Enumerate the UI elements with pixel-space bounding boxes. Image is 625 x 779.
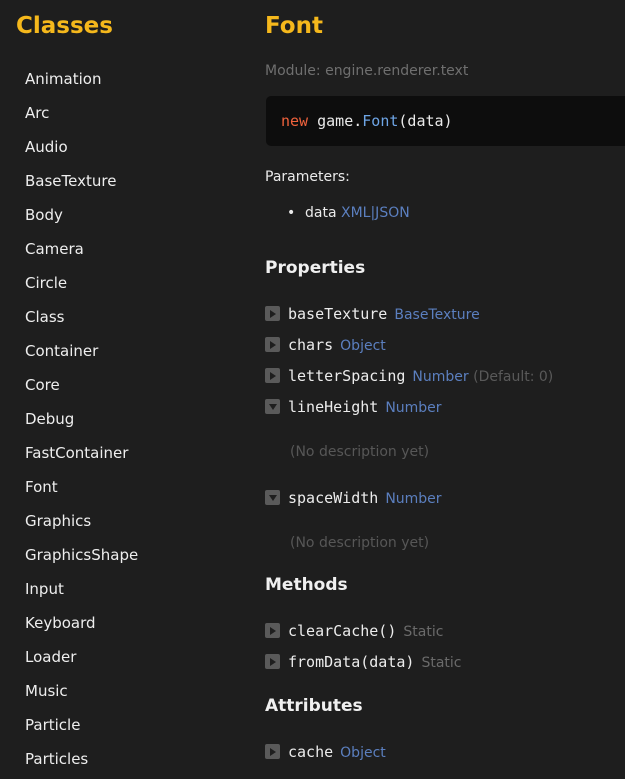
sidebar-item-container[interactable]: Container — [25, 340, 138, 374]
sidebar: Classes Animation Arc Audio BaseTexture … — [0, 0, 250, 779]
parameter-item: • data XML|JSON — [287, 205, 410, 221]
sidebar-item-font[interactable]: Font — [25, 476, 138, 510]
sidebar-item-particle[interactable]: Particle — [25, 714, 138, 748]
collapse-toggle[interactable] — [265, 399, 280, 414]
expand-toggle[interactable] — [265, 744, 280, 759]
sidebar-item-debug[interactable]: Debug — [25, 408, 138, 442]
property-type-link[interactable]: BaseTexture — [394, 307, 479, 323]
attribute-type-link[interactable]: Object — [340, 745, 386, 761]
triangle-right-icon — [270, 657, 276, 666]
property-default: (Default: 0) — [473, 369, 554, 385]
property-name: chars — [288, 336, 334, 354]
sidebar-item-particles[interactable]: Particles — [25, 748, 138, 779]
class-list: Animation Arc Audio BaseTexture Body Cam… — [25, 68, 138, 779]
page-title: Font — [265, 13, 323, 39]
method-name: clearCache() — [288, 622, 397, 640]
triangle-right-icon — [270, 747, 276, 756]
sidebar-title: Classes — [16, 13, 113, 39]
bullet-icon: • — [287, 205, 296, 221]
property-row-lineheight: lineHeight Number — [265, 396, 442, 418]
constructor-code-block: new game.Font(data) — [266, 96, 625, 146]
property-description: (No description yet) — [290, 444, 430, 460]
code-object: game. — [317, 112, 363, 130]
sidebar-item-fastcontainer[interactable]: FastContainer — [25, 442, 138, 476]
attribute-row-cache: cache Object — [265, 741, 386, 763]
property-name: spaceWidth — [288, 489, 379, 507]
property-row-letterspacing: letterSpacing Number (Default: 0) — [265, 365, 553, 387]
parameters-label: Parameters: — [265, 169, 350, 185]
sidebar-item-circle[interactable]: Circle — [25, 272, 138, 306]
triangle-right-icon — [270, 309, 276, 318]
expand-toggle[interactable] — [265, 623, 280, 638]
property-name: lineHeight — [288, 398, 379, 416]
triangle-down-icon — [268, 404, 277, 410]
sidebar-item-keyboard[interactable]: Keyboard — [25, 612, 138, 646]
code-keyword: new — [281, 112, 309, 130]
property-row-basetexture: baseTexture BaseTexture — [265, 303, 480, 325]
attribute-name: cache — [288, 743, 334, 761]
expand-toggle[interactable] — [265, 654, 280, 669]
properties-heading: Properties — [265, 258, 366, 278]
parameter-type: XML|JSON — [341, 205, 410, 221]
expand-toggle[interactable] — [265, 306, 280, 321]
method-row-fromdata: fromData(data) Static — [265, 651, 461, 673]
sidebar-item-graphicsshape[interactable]: GraphicsShape — [25, 544, 138, 578]
property-name: letterSpacing — [288, 367, 406, 385]
property-description: (No description yet) — [290, 535, 430, 551]
sidebar-item-class[interactable]: Class — [25, 306, 138, 340]
sidebar-item-arc[interactable]: Arc — [25, 102, 138, 136]
main-content: Font Module: engine.renderer.text new ga… — [265, 0, 625, 779]
property-row-chars: chars Object — [265, 334, 386, 356]
property-type-link[interactable]: Number — [385, 491, 441, 507]
method-row-clearcache: clearCache() Static — [265, 620, 443, 642]
triangle-right-icon — [270, 626, 276, 635]
sidebar-item-music[interactable]: Music — [25, 680, 138, 714]
sidebar-item-animation[interactable]: Animation — [25, 68, 138, 102]
property-type-link[interactable]: Number — [412, 369, 468, 385]
expand-toggle[interactable] — [265, 368, 280, 383]
code-args: (data) — [398, 112, 453, 130]
sidebar-item-basetexture[interactable]: BaseTexture — [25, 170, 138, 204]
sidebar-item-core[interactable]: Core — [25, 374, 138, 408]
expand-toggle[interactable] — [265, 337, 280, 352]
property-name: baseTexture — [288, 305, 388, 323]
method-static-tag: Static — [421, 655, 462, 671]
sidebar-item-input[interactable]: Input — [25, 578, 138, 612]
property-type-link[interactable]: Object — [340, 338, 386, 354]
methods-heading: Methods — [265, 575, 348, 595]
sidebar-item-loader[interactable]: Loader — [25, 646, 138, 680]
triangle-right-icon — [270, 371, 276, 380]
module-path: Module: engine.renderer.text — [265, 63, 469, 79]
property-row-spacewidth: spaceWidth Number — [265, 487, 442, 509]
code-function: Font — [362, 112, 399, 130]
triangle-right-icon — [270, 340, 276, 349]
triangle-down-icon — [268, 495, 277, 501]
method-name: fromData(data) — [288, 653, 415, 671]
method-static-tag: Static — [403, 624, 444, 640]
sidebar-item-audio[interactable]: Audio — [25, 136, 138, 170]
property-type-link[interactable]: Number — [385, 400, 441, 416]
sidebar-item-camera[interactable]: Camera — [25, 238, 138, 272]
collapse-toggle[interactable] — [265, 490, 280, 505]
attributes-heading: Attributes — [265, 696, 363, 716]
sidebar-item-graphics[interactable]: Graphics — [25, 510, 138, 544]
parameter-name: data — [305, 205, 337, 221]
sidebar-item-body[interactable]: Body — [25, 204, 138, 238]
